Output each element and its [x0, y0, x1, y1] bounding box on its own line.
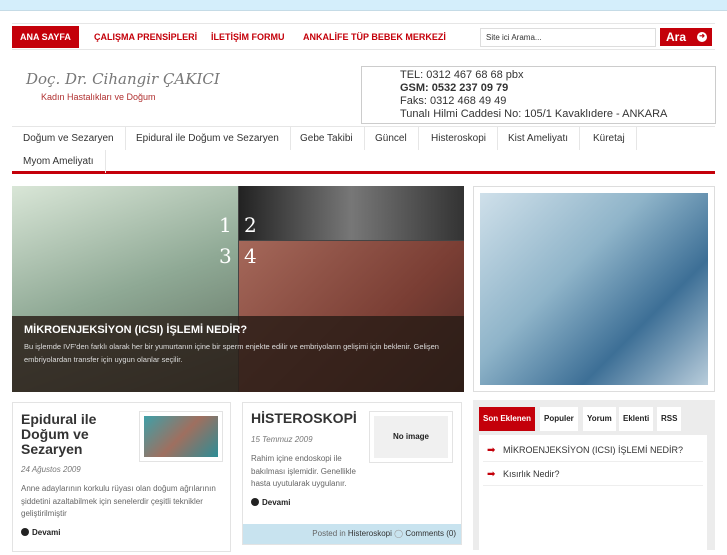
nav-tup-bebek[interactable]: ANKALİFE TÜP BEBEK MERKEZİ [303, 26, 446, 48]
browser-top-strip [0, 0, 727, 11]
nav-epidural[interactable]: Epidural ile Doğum ve Sezaryen [125, 127, 291, 150]
post-date: 15 Temmuz 2009 [251, 435, 313, 444]
side-photo [473, 186, 715, 392]
tab-yorum[interactable]: Yorum [583, 407, 616, 431]
post-excerpt: Anne adaylarının korkulu rüyası olan doğ… [21, 484, 216, 518]
post-meta: Posted in Histeroskopi ◯ Comments (0) [243, 524, 461, 544]
tab-rss[interactable]: RSS [657, 407, 682, 431]
tab-eklenti[interactable]: Eklenti [619, 407, 654, 431]
main-nav: Doğum ve Sezaryen Epidural ile Doğum ve … [12, 126, 715, 174]
tab-son-eklenen[interactable]: Son Eklenen [479, 407, 536, 431]
nav-iletisim-formu[interactable]: İLETİŞİM FORMU [211, 26, 285, 48]
sidebar-tabs: Son Eklenen Populer Yorum Eklenti RSS ➡ M… [473, 400, 715, 555]
nav-gebe-takibi[interactable]: Gebe Takibi [289, 127, 365, 150]
search-button-label: Ara [666, 30, 687, 44]
post-thumbnail[interactable]: No image [369, 411, 453, 463]
post-thumbnail[interactable] [139, 411, 223, 462]
slide-number-2: 2 [244, 213, 257, 237]
nav-calisma-prensipleri[interactable]: ÇALIŞMA PRENSİPLERİ [94, 26, 197, 48]
nav-kist-ameliyati[interactable]: Kist Ameliyatı [497, 127, 581, 150]
circle-arrow-icon [21, 528, 29, 536]
arrow-right-icon: ➡ [487, 445, 496, 456]
contact-gsm: GSM: 0532 237 09 79 [400, 82, 509, 94]
no-image-label: No image [374, 416, 448, 458]
contact-fax: Faks: 0312 468 49 49 [400, 95, 507, 107]
arrow-right-icon: ➜ [697, 32, 707, 42]
logo-subtitle: Kadın Hastalıkları ve Doğum [41, 92, 156, 102]
read-more-link[interactable]: Devami [251, 498, 290, 507]
category-link[interactable]: Histeroskopi [348, 529, 392, 538]
surgeon-photo [480, 193, 708, 385]
search-button[interactable]: Ara ➜ [660, 28, 712, 46]
contact-address: Tunalı Hilmi Caddesi No: 105/1 Kavaklıde… [400, 108, 668, 120]
nav-kuretaj[interactable]: Küretaj [582, 127, 637, 150]
nav-dogum-sezaryen[interactable]: Doğum ve Sezaryen [12, 127, 126, 150]
comments-link[interactable]: Comments (0) [405, 529, 456, 538]
slide-caption: MİKROENJEKSİYON (ICSI) İŞLEMİ NEDİR? Bu … [12, 316, 464, 392]
slide-title[interactable]: MİKROENJEKSİYON (ICSI) İŞLEMİ NEDİR? [24, 324, 452, 336]
read-more-link[interactable]: Devami [21, 528, 60, 537]
read-more-label: Devami [32, 528, 61, 537]
list-item-label: MİKROENJEKSİYON (ICSI) İŞLEMİ NEDİR? [503, 445, 684, 455]
comment-icon: ◯ [394, 529, 404, 538]
posted-in-label: Posted in [312, 529, 346, 538]
list-item[interactable]: ➡ MİKROENJEKSİYON (ICSI) İŞLEMİ NEDİR? [483, 439, 703, 462]
nav-myom-ameliyati[interactable]: Myom Ameliyatı [12, 150, 106, 173]
slide-image-2 [239, 186, 464, 240]
circle-arrow-icon [251, 498, 259, 506]
list-item[interactable]: ➡ Kısırlık Nedir? [483, 463, 703, 486]
list-item-label: Kısırlık Nedir? [503, 469, 560, 479]
arrow-right-icon: ➡ [487, 469, 496, 480]
read-more-label: Devami [262, 498, 291, 507]
nav-ana-sayfa[interactable]: ANA SAYFA [12, 26, 79, 48]
post-card-epidural: Epidural ile Doğum ve Sezaryen 24 Ağusto… [12, 402, 231, 552]
slide-number-4: 4 [244, 244, 257, 268]
post-title[interactable]: Epidural ile Doğum ve Sezaryen [21, 412, 131, 457]
post-excerpt: Rahim içine endoskopi ile bakılması işle… [251, 454, 356, 488]
search-input[interactable]: Site ici Arama... [480, 28, 656, 47]
logo-name[interactable]: Doç. Dr. Cihangir ÇAKICI [26, 70, 220, 88]
nav-histeroskopi[interactable]: Histeroskopi [420, 127, 499, 150]
tab-panel: ➡ MİKROENJEKSİYON (ICSI) İŞLEMİ NEDİR? ➡ K… [479, 435, 707, 555]
tab-populer[interactable]: Populer [540, 407, 578, 431]
slide-text: Bu işlemde IVF'den farklı olarak her bir… [24, 342, 439, 364]
contact-box: TEL: 0312 467 68 68 pbx GSM: 0532 237 09… [361, 66, 716, 124]
slide-number-3: 3 [219, 244, 232, 268]
slide-number-1: 1 [219, 213, 232, 237]
nav-guncel[interactable]: Güncel [364, 127, 419, 150]
contact-tel: TEL: 0312 467 68 68 pbx [400, 69, 524, 81]
post-title[interactable]: HİSTEROSKOPİ [251, 411, 357, 426]
post-card-histeroskopi: HİSTEROSKOPİ No image 15 Temmuz 2009 Rah… [242, 402, 462, 545]
post-date: 24 Ağustos 2009 [21, 465, 81, 474]
featured-slider[interactable]: 1 2 3 4 MİKROENJEKSİYON (ICSI) İŞLEMİ NE… [12, 186, 464, 392]
